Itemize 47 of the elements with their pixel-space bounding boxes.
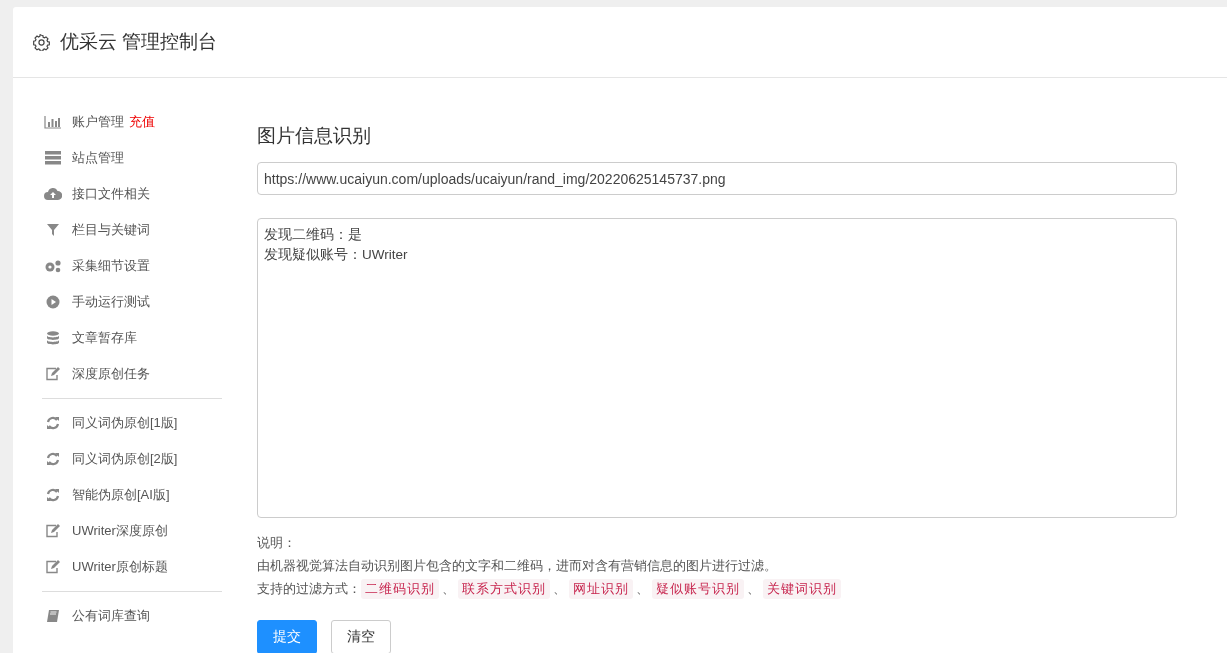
note-label: 说明： — [257, 534, 296, 552]
url-field[interactable]: https://www.ucaiyun.com/uploads/ucaiyun/rand_img/20220625145737.png — [257, 162, 1177, 195]
result-box[interactable]: 发现二维码：是 发现疑似账号：UWriter — [257, 218, 1177, 518]
filter-methods-label: 支持的过滤方式： — [257, 580, 361, 598]
refresh-icon — [46, 416, 60, 430]
separator-mark: 、 — [442, 580, 455, 598]
edit-icon — [45, 367, 61, 381]
sidebar-item[interactable]: 公有词库查询 — [72, 607, 150, 625]
database-icon — [46, 331, 60, 345]
sidebar-item[interactable]: 栏目与关键词 — [72, 221, 150, 239]
sidebar-item[interactable]: 智能伪原创[AI版] — [72, 486, 170, 504]
gears-icon — [44, 259, 62, 273]
clear-button[interactable]: 清空 — [331, 620, 391, 653]
method-tag: 疑似账号识别 — [652, 578, 744, 599]
filter-icon — [46, 223, 60, 237]
console-title: 优采云 管理控制台 — [60, 30, 218, 54]
recharge-link[interactable]: 充值 — [129, 113, 155, 131]
sidebar-item[interactable]: 手动运行测试 — [72, 293, 150, 311]
play-icon — [46, 295, 60, 309]
edit-icon — [45, 560, 61, 574]
sidebar-item[interactable]: 接口文件相关 — [72, 185, 150, 203]
description-text: 由机器视觉算法自动识别图片包含的文字和二维码，进而对含有营销信息的图片进行过滤。 — [257, 557, 777, 575]
sidebar-item[interactable]: UWriter原创标题 — [72, 558, 168, 576]
book-icon — [46, 609, 60, 623]
section-title: 图片信息识别 — [257, 124, 372, 148]
edit-icon — [45, 524, 61, 538]
sidebar-item[interactable]: 同义词伪原创[1版] — [72, 414, 178, 432]
sidebar-item[interactable]: 站点管理 — [72, 149, 124, 167]
cloud-upload-icon — [44, 187, 62, 201]
settings-icon — [33, 33, 50, 51]
sidebar-item[interactable]: 采集细节设置 — [72, 257, 150, 275]
server-icon — [44, 151, 62, 165]
separator-mark: 、 — [553, 580, 566, 598]
refresh-icon — [46, 488, 60, 502]
sidebar-item[interactable]: 同义词伪原创[2版] — [72, 450, 178, 468]
sidebar-item[interactable]: 账户管理 — [72, 113, 124, 131]
separator-mark: 、 — [636, 580, 649, 598]
method-tag: 二维码识别 — [361, 578, 439, 599]
sidebar-item[interactable]: 文章暂存库 — [72, 329, 137, 347]
method-tag: 联系方式识别 — [458, 578, 550, 599]
method-tag: 网址识别 — [569, 578, 633, 599]
bar-chart-icon — [44, 115, 62, 129]
method-tag: 关键词识别 — [763, 578, 841, 599]
sidebar-item[interactable]: UWriter深度原创 — [72, 522, 168, 540]
refresh-icon — [46, 452, 60, 466]
separator-mark: 、 — [747, 580, 760, 598]
sidebar-item[interactable]: 深度原创任务 — [72, 365, 150, 383]
